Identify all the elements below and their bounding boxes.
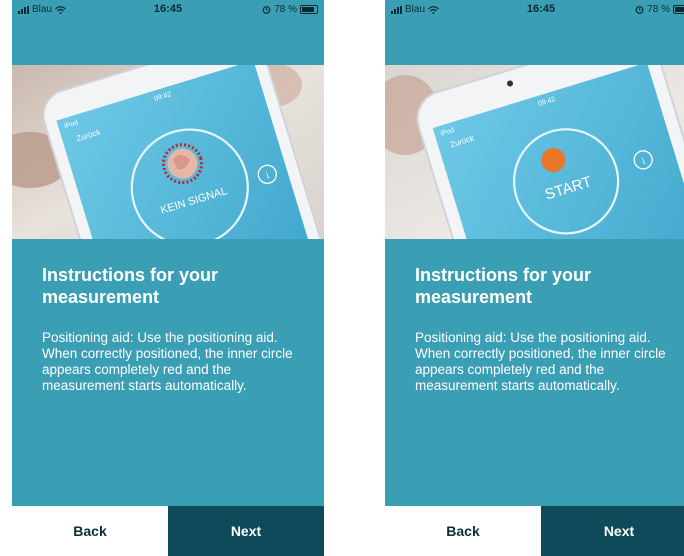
next-button[interactable]: Next [541, 506, 684, 556]
battery-icon [300, 5, 318, 14]
next-button[interactable]: Next [168, 506, 324, 556]
battery-percent: 78 % [647, 4, 670, 15]
instructions-title: Instructions for your measurement [42, 265, 219, 307]
footer-nav: Back Next [385, 506, 684, 556]
instructions-text: Positioning aid: Use the positioning aid… [42, 330, 293, 393]
instruction-photo: iPod 09:42 Zurück START i [385, 65, 684, 239]
battery-percent: 78 % [274, 4, 297, 15]
status-bar: Blau 16:45 78 % [385, 0, 684, 22]
status-bar: Blau 16:45 78 % [12, 0, 324, 22]
back-button[interactable]: Back [385, 506, 541, 556]
alarm-icon [635, 6, 644, 14]
instructions-text: Positioning aid: Use the positioning aid… [415, 330, 666, 393]
phone-screen-2: Blau 16:45 78 % iPod 09:42 Zurück START … [385, 0, 684, 556]
instruction-photo: iPod 09:42 Zurück KEIN SIGNAL i [12, 65, 324, 239]
instructions-title: Instructions for your measurement [415, 265, 592, 307]
phone-screen-1: Blau 16:45 78 % iPod 09:42 Zurück KEIN S… [12, 0, 324, 556]
footer-nav: Back Next [12, 506, 324, 556]
alarm-icon [262, 6, 271, 14]
battery-icon [673, 5, 684, 14]
back-button[interactable]: Back [12, 506, 168, 556]
